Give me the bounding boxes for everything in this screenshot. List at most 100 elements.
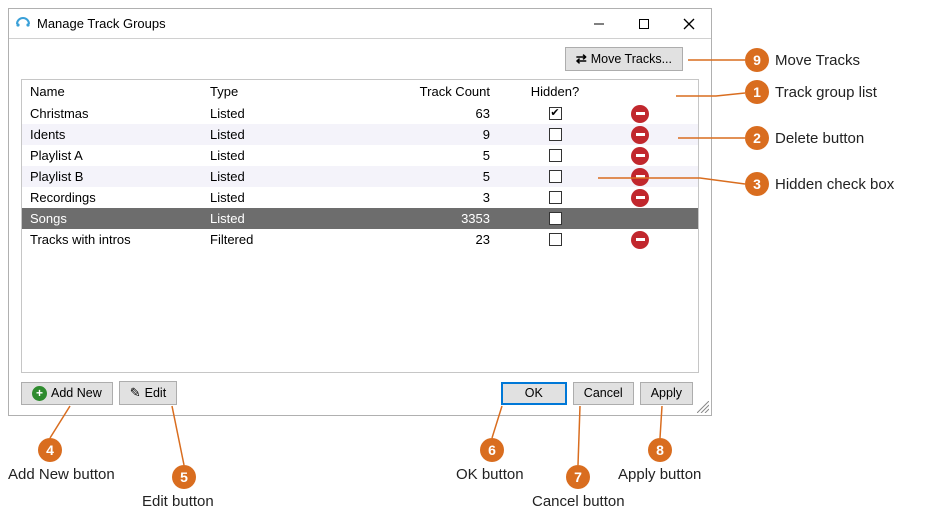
maximize-button[interactable] [621,9,666,38]
apply-label: Apply [651,386,682,400]
hidden-checkbox[interactable] [549,149,562,162]
callout-8: 8 [648,438,672,462]
list-body: ChristmasListed63✔IdentsListed9Playlist … [22,103,698,372]
delete-button[interactable] [631,231,649,249]
callout-6: 6 [480,438,504,462]
cell-count: 5 [370,169,500,184]
hidden-checkbox[interactable] [549,212,562,225]
delete-button[interactable] [631,189,649,207]
titlebar: Manage Track Groups [9,9,711,39]
table-row[interactable]: RecordingsListed3 [22,187,698,208]
callout-2: 2 Delete button [745,126,864,150]
track-group-list: Name Type Track Count Hidden? ChristmasL… [21,79,699,373]
cancel-button[interactable]: Cancel [573,382,634,405]
cell-count: 3 [370,190,500,205]
cell-name: Christmas [30,106,210,121]
callout-7: 7 [566,465,590,489]
window-title: Manage Track Groups [37,16,576,31]
callout-label-7: Cancel button [532,493,625,510]
add-new-label: Add New [51,386,102,400]
cell-count: 23 [370,232,500,247]
col-header-hidden[interactable]: Hidden? [500,84,610,99]
callout-label-5: Edit button [142,493,214,510]
cancel-label: Cancel [584,386,623,400]
ok-label: OK [525,386,543,400]
table-row[interactable]: SongsListed3353 [22,208,698,229]
cell-count: 9 [370,127,500,142]
callout-label: Hidden check box [775,176,894,193]
callout-label: Delete button [775,130,864,147]
hidden-checkbox[interactable] [549,191,562,204]
move-tracks-label: Move Tracks... [591,52,672,66]
ok-button[interactable]: OK [501,382,567,405]
dialog-window: Manage Track Groups ⇄ Move Tracks... Nam… [8,8,712,416]
edit-label: Edit [145,386,167,400]
delete-button[interactable] [631,105,649,123]
cell-type: Filtered [210,232,370,247]
cell-type: Listed [210,106,370,121]
hidden-checkbox[interactable]: ✔ [549,107,562,120]
cell-type: Listed [210,148,370,163]
cell-name: Idents [30,127,210,142]
callout-badge: 7 [566,465,590,489]
edit-button[interactable]: ✎ Edit [119,381,177,405]
callout-badge: 8 [648,438,672,462]
move-tracks-bar: ⇄ Move Tracks... [9,39,711,73]
minimize-button[interactable] [576,9,621,38]
callout-5: 5 [172,465,196,489]
hidden-checkbox[interactable] [549,233,562,246]
col-header-name[interactable]: Name [30,84,210,99]
callout-4: 4 [38,438,62,462]
delete-button[interactable] [631,168,649,186]
cell-name: Recordings [30,190,210,205]
cell-type: Listed [210,211,370,226]
hidden-checkbox[interactable] [549,170,562,183]
cell-type: Listed [210,169,370,184]
cell-count: 3353 [370,211,500,226]
resize-grip-icon[interactable] [697,401,709,413]
callout-badge: 3 [745,172,769,196]
cell-name: Songs [30,211,210,226]
cell-count: 5 [370,148,500,163]
callout-badge: 2 [745,126,769,150]
cell-type: Listed [210,127,370,142]
list-header: Name Type Track Count Hidden? [22,80,698,103]
callout-badge: 6 [480,438,504,462]
cell-name: Tracks with intros [30,232,210,247]
add-new-button[interactable]: + Add New [21,382,113,405]
move-tracks-button[interactable]: ⇄ Move Tracks... [565,47,683,71]
callout-badge: 1 [745,80,769,104]
cell-count: 63 [370,106,500,121]
table-row[interactable]: Playlist AListed5 [22,145,698,166]
col-header-type[interactable]: Type [210,84,370,99]
callout-label-6: OK button [456,466,524,483]
window-controls [576,9,711,38]
callout-badge: 9 [745,48,769,72]
swap-icon: ⇄ [576,51,587,67]
callout-label: Move Tracks [775,52,860,69]
table-row[interactable]: Playlist BListed5 [22,166,698,187]
table-row[interactable]: IdentsListed9 [22,124,698,145]
callout-9: 9 Move Tracks [745,48,860,72]
delete-button[interactable] [631,126,649,144]
callout-1: 1 Track group list [745,80,877,104]
table-row[interactable]: Tracks with introsFiltered23 [22,229,698,250]
callout-badge: 4 [38,438,62,462]
cell-name: Playlist B [30,169,210,184]
callout-label-8: Apply button [618,466,701,483]
apply-button[interactable]: Apply [640,382,693,405]
callout-label-4: Add New button [8,466,115,483]
bottom-bar: + Add New ✎ Edit OK Cancel Apply [9,373,711,415]
callout-badge: 5 [172,465,196,489]
close-button[interactable] [666,9,711,38]
callout-label: Track group list [775,84,877,101]
pencil-icon: ✎ [130,385,141,401]
col-header-count[interactable]: Track Count [370,84,500,99]
plus-icon: + [32,386,47,401]
delete-button[interactable] [631,147,649,165]
callout-3: 3 Hidden check box [745,172,894,196]
cell-name: Playlist A [30,148,210,163]
app-icon [15,16,31,32]
table-row[interactable]: ChristmasListed63 ✔ [22,103,698,124]
hidden-checkbox[interactable] [549,128,562,141]
